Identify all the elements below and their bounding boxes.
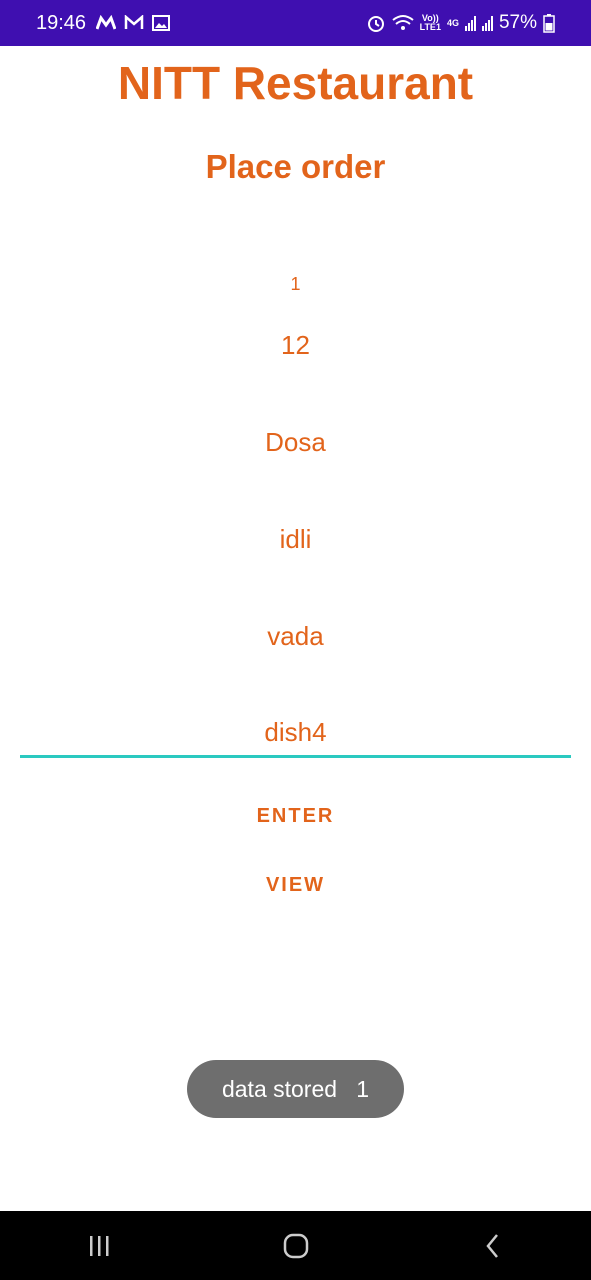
back-icon xyxy=(485,1233,498,1258)
gmail-icon xyxy=(124,15,144,29)
network-type: 4G xyxy=(446,17,459,28)
alarm-icon xyxy=(367,16,384,32)
page-subtitle: Place order xyxy=(205,148,386,185)
home-button[interactable] xyxy=(256,1216,336,1276)
navigation-bar xyxy=(0,1211,591,1280)
dish2-field[interactable] xyxy=(20,524,571,555)
moneycontrol-icon xyxy=(96,15,117,30)
dish3-field[interactable] xyxy=(20,621,571,652)
toast-text: data stored 1 xyxy=(221,1075,370,1102)
signal-icon xyxy=(464,15,476,31)
toast-message: data stored 1 xyxy=(187,1060,404,1118)
battery-percent: 57% xyxy=(498,12,537,33)
battery-icon xyxy=(543,14,555,33)
status-right: Vo)) LTE1 4G 57% xyxy=(366,12,555,34)
view-button[interactable]: VIEW xyxy=(0,874,591,897)
app-title: NITT Restaurant xyxy=(117,57,474,109)
wifi-icon xyxy=(391,15,414,30)
dish1-field[interactable] xyxy=(20,427,571,458)
signal-icon xyxy=(481,15,493,31)
order-count-label: 1 xyxy=(290,274,301,294)
notification-icons xyxy=(96,15,171,31)
status-time: 19:46 xyxy=(36,11,87,34)
volte-indicator: Vo)) LTE1 xyxy=(419,13,441,32)
table-number-field[interactable] xyxy=(20,330,571,361)
recent-apps-button[interactable] xyxy=(59,1216,139,1276)
back-button[interactable] xyxy=(453,1216,533,1276)
image-icon xyxy=(152,15,171,31)
home-icon xyxy=(283,1233,308,1258)
recent-apps-icon xyxy=(89,1235,108,1256)
dish4-field[interactable] xyxy=(20,716,571,758)
enter-button[interactable]: ENTER xyxy=(0,805,591,828)
status-bar: 19:46 Vo)) LTE1 4G 57% xyxy=(0,0,591,46)
